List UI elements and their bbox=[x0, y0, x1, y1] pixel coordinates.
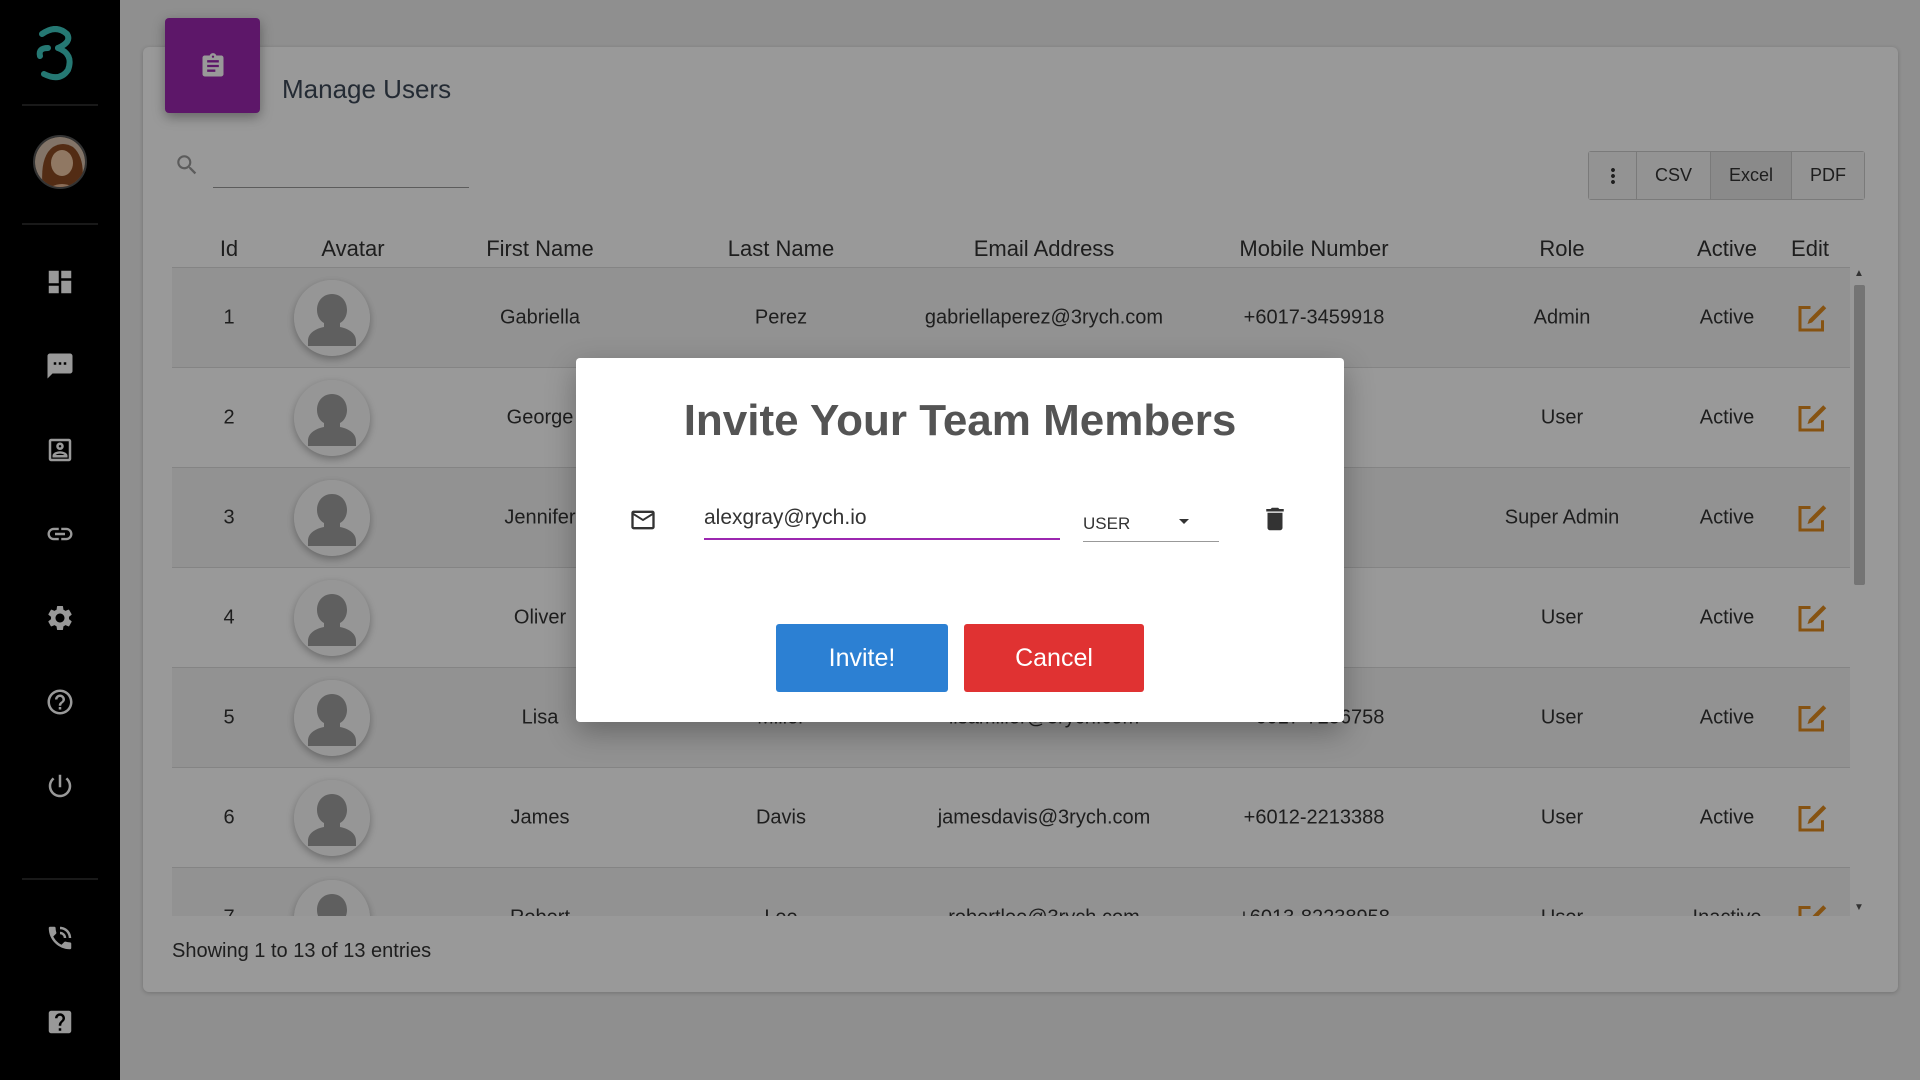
cancel-button[interactable]: Cancel bbox=[964, 624, 1144, 692]
invite-button[interactable]: Invite! bbox=[776, 624, 948, 692]
delete-icon[interactable] bbox=[1260, 504, 1290, 534]
role-select-value: USER bbox=[1083, 513, 1131, 533]
invite-dialog: Invite Your Team Members USER Invite! Ca… bbox=[576, 358, 1344, 722]
dropdown-arrow-icon bbox=[1179, 519, 1189, 524]
mail-icon bbox=[629, 506, 657, 534]
dialog-title: Invite Your Team Members bbox=[683, 396, 1237, 445]
role-select[interactable]: USER bbox=[1083, 506, 1219, 542]
email-field[interactable] bbox=[704, 498, 1060, 540]
